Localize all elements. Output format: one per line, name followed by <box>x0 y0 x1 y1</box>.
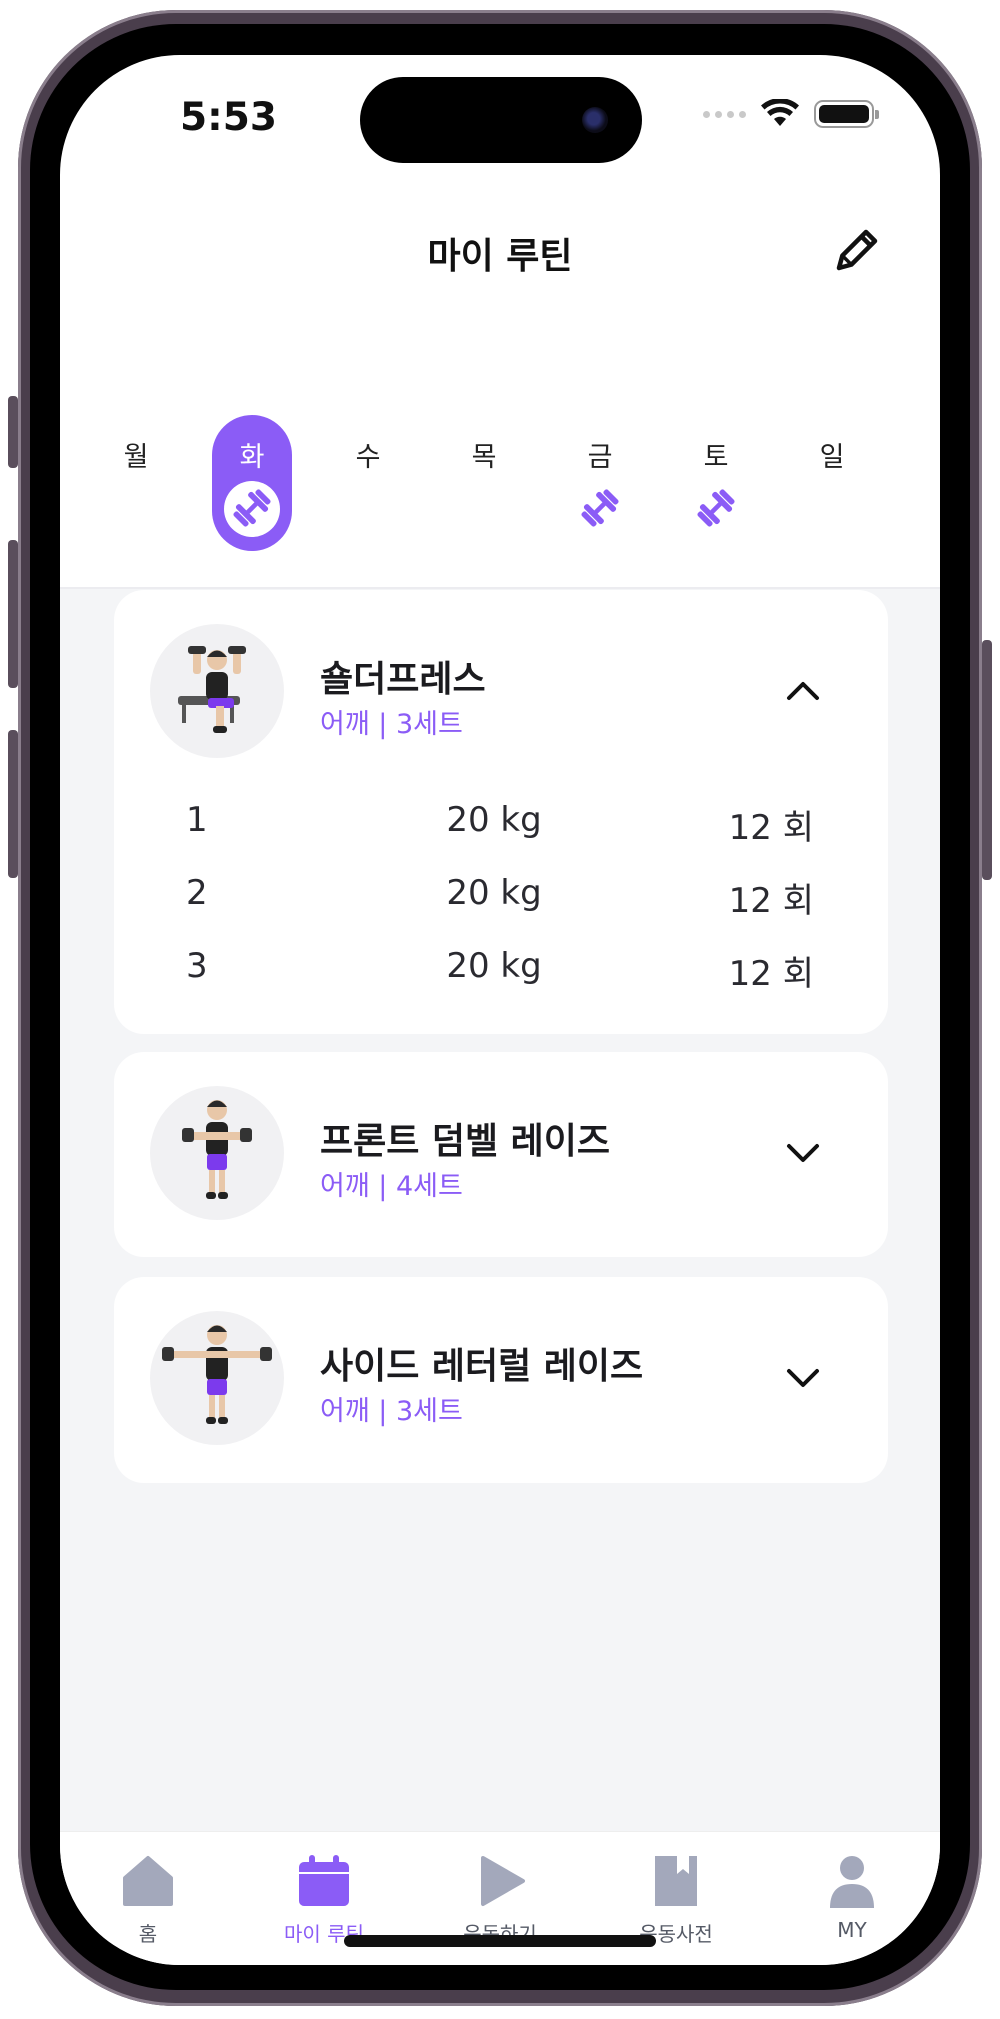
wifi-icon <box>761 99 799 126</box>
day-label: 월 <box>123 442 149 473</box>
day-label: 금 <box>587 442 613 473</box>
exercise-thumbnail <box>150 1086 284 1220</box>
calendar-icon <box>299 1855 349 1906</box>
side-button <box>8 730 18 878</box>
exercise-card[interactable]: 프론트 덤벨 레이즈 어깨 | 4세트 <box>114 1052 888 1257</box>
home-icon <box>123 1856 173 1906</box>
exercise-name: 숄더프레스 <box>320 659 486 700</box>
dynamic-island <box>360 77 642 163</box>
status-icons <box>703 99 879 129</box>
camera-icon <box>582 107 608 133</box>
set-weight: 20 kg <box>446 946 542 986</box>
exercise-thumbnail <box>150 624 284 758</box>
set-number: 1 <box>186 800 208 840</box>
front-raise-figure-icon <box>182 1100 252 1199</box>
side-button <box>8 396 18 468</box>
tab-my-routine[interactable]: 마이 루틴 <box>244 1852 404 1947</box>
day-label: 목 <box>471 442 497 473</box>
dumbbell-icon <box>581 489 619 527</box>
day-thu[interactable]: 목 <box>444 415 524 551</box>
day-wed[interactable]: 수 <box>328 415 408 551</box>
exercise-thumbnail <box>150 1311 284 1445</box>
signal-icon <box>703 110 746 118</box>
set-reps: 12 회 <box>728 808 814 848</box>
tab-label: MY <box>837 1918 867 1942</box>
day-label: 수 <box>355 442 381 473</box>
dumbbell-icon <box>697 489 735 527</box>
set-row: 2 20 kg 12 회 <box>114 873 888 923</box>
battery-icon <box>814 100 879 128</box>
set-reps: 12 회 <box>728 881 814 921</box>
app-screen: 5:53 마이 루틴 월 화 수 목 금 토 일 숄더프레스 어깨 | 3세트 … <box>60 55 940 1965</box>
exercise-subtitle: 어깨 | 3세트 <box>320 709 463 740</box>
day-label: 화 <box>239 442 265 473</box>
pencil-icon[interactable] <box>830 223 884 277</box>
set-row: 1 20 kg 12 회 <box>114 800 888 850</box>
set-row: 3 20 kg 12 회 <box>114 946 888 996</box>
page-title: 마이 루틴 <box>427 236 573 277</box>
day-sat[interactable]: 토 <box>676 415 756 551</box>
set-number: 2 <box>186 873 208 913</box>
exercise-subtitle: 어깨 | 3세트 <box>320 1396 463 1427</box>
tab-workout[interactable]: 운동하기 <box>420 1852 580 1947</box>
shoulder-press-figure-icon <box>178 646 246 733</box>
chevron-down-icon[interactable] <box>778 1128 828 1178</box>
set-reps: 12 회 <box>728 954 814 994</box>
book-icon <box>655 1856 697 1906</box>
exercise-name: 프론트 덤벨 레이즈 <box>320 1121 611 1162</box>
tab-label: 홈 <box>138 1922 158 1946</box>
home-indicator <box>344 1935 656 1947</box>
side-button <box>982 640 992 880</box>
day-fri[interactable]: 금 <box>560 415 640 551</box>
person-icon <box>830 1856 874 1908</box>
tab-exercise-dictionary[interactable]: 운동사전 <box>596 1852 756 1947</box>
day-label: 일 <box>819 442 845 473</box>
weekday-selector: 월 화 수 목 금 토 일 <box>96 415 908 555</box>
day-label: 토 <box>703 442 729 473</box>
set-number: 3 <box>186 946 208 986</box>
tab-home[interactable]: 홈 <box>68 1852 228 1947</box>
tab-my[interactable]: MY <box>772 1852 932 1942</box>
status-time: 5:53 <box>180 95 278 140</box>
chevron-down-icon[interactable] <box>778 1353 828 1403</box>
set-weight: 20 kg <box>446 800 542 840</box>
exercise-name: 사이드 레터럴 레이즈 <box>320 1346 644 1387</box>
day-sun[interactable]: 일 <box>792 415 872 551</box>
exercise-card[interactable]: 숄더프레스 어깨 | 3세트 1 20 kg 12 회 2 20 kg 12 회… <box>114 590 888 1034</box>
dumbbell-icon <box>233 489 271 527</box>
day-mon[interactable]: 월 <box>96 415 176 551</box>
chevron-up-icon[interactable] <box>778 666 828 716</box>
set-weight: 20 kg <box>446 873 542 913</box>
play-icon <box>481 1856 525 1906</box>
lateral-raise-figure-icon <box>162 1325 272 1424</box>
side-button <box>8 540 18 688</box>
exercise-subtitle: 어깨 | 4세트 <box>320 1171 463 1202</box>
exercise-card[interactable]: 사이드 레터럴 레이즈 어깨 | 3세트 <box>114 1277 888 1483</box>
day-tue[interactable]: 화 <box>212 415 292 551</box>
